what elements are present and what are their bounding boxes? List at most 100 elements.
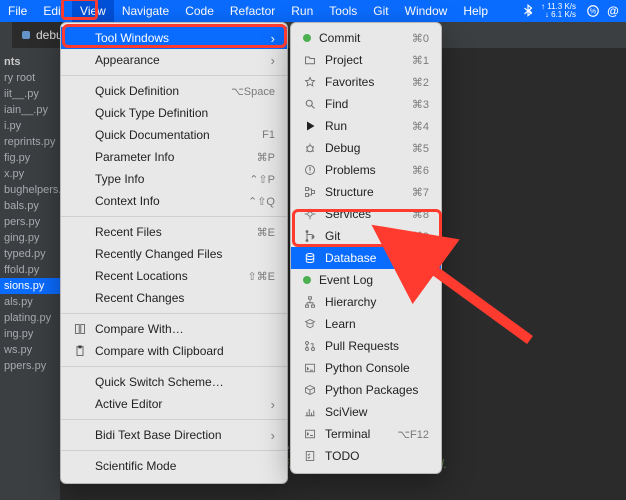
view-menu-item-recent-changes[interactable]: Recent Changes: [61, 287, 287, 309]
view-menu[interactable]: Tool WindowsAppearance Quick Definition⌥S…: [60, 22, 288, 484]
menu-item-label: Compare With…: [95, 322, 275, 336]
menu-item-shortcut: ⌘4: [412, 120, 429, 133]
tree-item[interactable]: plating.py: [0, 310, 60, 326]
tree-item[interactable]: bughelpers.py: [0, 182, 60, 198]
tree-item[interactable]: bals.py: [0, 198, 60, 214]
tree-item[interactable]: ing.py: [0, 326, 60, 342]
tree-item[interactable]: iit__.py: [0, 86, 60, 102]
menu-separator: [61, 216, 287, 217]
tool-windows-item-todo[interactable]: TODO: [291, 445, 441, 467]
menu-item-shortcut: ⌃⇧Q: [248, 195, 275, 208]
menubar-file[interactable]: File: [0, 0, 35, 22]
tree-item[interactable]: pers.py: [0, 214, 60, 230]
menu-item-label: Favorites: [325, 75, 394, 89]
view-menu-item-compare-with[interactable]: Compare With…: [61, 318, 287, 340]
tool-windows-item-git[interactable]: Git ⌘9: [291, 225, 441, 247]
view-menu-item-quick-type-definition[interactable]: Quick Type Definition: [61, 102, 287, 124]
menu-item-label: Pull Requests: [325, 339, 429, 353]
tree-item[interactable]: reprints.py: [0, 134, 60, 150]
tree-item[interactable]: ffold.py: [0, 262, 60, 278]
menubar-run[interactable]: Run: [283, 0, 321, 22]
menu-item-label: Problems: [325, 163, 394, 177]
view-menu-item-recent-files[interactable]: Recent Files⌘E: [61, 221, 287, 243]
menu-item-shortcut: ⌘9: [412, 230, 429, 243]
view-menu-item-compare-with-clipboard[interactable]: Compare with Clipboard: [61, 340, 287, 362]
tree-item[interactable]: iain__.py: [0, 102, 60, 118]
menu-item-label: SciView: [325, 405, 429, 419]
view-menu-item-parameter-info[interactable]: Parameter Info⌘P: [61, 146, 287, 168]
tool-windows-item-commit[interactable]: Commit⌘0: [291, 27, 441, 49]
tool-windows-item-services[interactable]: Services⌘8: [291, 203, 441, 225]
menu-item-label: Python Packages: [325, 383, 429, 397]
tool-windows-item-project[interactable]: Project⌘1: [291, 49, 441, 71]
dot-icon: [303, 276, 311, 284]
view-menu-item-appearance[interactable]: Appearance: [61, 49, 287, 71]
menu-separator: [61, 366, 287, 367]
view-menu-item-quick-documentation[interactable]: Quick DocumentationF1: [61, 124, 287, 146]
view-menu-item-recently-changed-files[interactable]: Recently Changed Files: [61, 243, 287, 265]
view-menu-item-quick-definition[interactable]: Quick Definition⌥Space: [61, 80, 287, 102]
view-menu-item-active-editor[interactable]: Active Editor: [61, 393, 287, 415]
menu-item-label: Compare with Clipboard: [95, 344, 275, 358]
menu-item-label: Debug: [325, 141, 394, 155]
view-menu-item-bidi-text-base-direction[interactable]: Bidi Text Base Direction: [61, 424, 287, 446]
tree-item[interactable]: ry root: [0, 70, 60, 86]
tool-windows-item-run[interactable]: Run⌘4: [291, 115, 441, 137]
project-tree[interactable]: ntsry rootiit__.pyiain__.pyi.pyreprints.…: [0, 48, 60, 500]
view-menu-item-scientific-mode[interactable]: Scientific Mode: [61, 455, 287, 477]
menu-item-shortcut: ⌘8: [412, 208, 429, 221]
view-menu-item-type-info[interactable]: Type Info⌃⇧P: [61, 168, 287, 190]
menubar-code[interactable]: Code: [177, 0, 222, 22]
tool-windows-item-debug[interactable]: Debug ⌘5: [291, 137, 441, 159]
todo-icon: [303, 450, 317, 462]
tool-windows-item-structure[interactable]: Structure⌘7: [291, 181, 441, 203]
menu-item-shortcut: ⌥F12: [397, 428, 429, 441]
tree-item[interactable]: sions.py: [0, 278, 60, 294]
menubar-navigate[interactable]: Navigate: [114, 0, 177, 22]
tool-windows-submenu[interactable]: Commit⌘0Project⌘1Favorites⌘2Find⌘3Run⌘4D…: [290, 22, 442, 474]
tree-item[interactable]: i.py: [0, 118, 60, 134]
tree-item[interactable]: fig.py: [0, 150, 60, 166]
menu-item-label: Git: [325, 229, 394, 243]
bluetooth-icon: [521, 4, 535, 18]
menubar-view[interactable]: View: [72, 0, 114, 22]
tool-windows-item-favorites[interactable]: Favorites⌘2: [291, 71, 441, 93]
tree-item[interactable]: ws.py: [0, 342, 60, 358]
sciview-icon: [303, 406, 317, 418]
tree-item[interactable]: ppers.py: [0, 358, 60, 374]
view-menu-item-context-info[interactable]: Context Info⌃⇧Q: [61, 190, 287, 212]
menubar-git[interactable]: Git: [365, 0, 396, 22]
menu-item-shortcut: ⌥Space: [231, 85, 275, 98]
tree-item[interactable]: als.py: [0, 294, 60, 310]
tool-windows-item-python-packages[interactable]: Python Packages: [291, 379, 441, 401]
tree-item[interactable]: nts: [0, 54, 60, 70]
menubar-tools[interactable]: Tools: [321, 0, 365, 22]
menubar-help[interactable]: Help: [455, 0, 496, 22]
tool-windows-item-pull-requests[interactable]: Pull Requests: [291, 335, 441, 357]
menubar-window[interactable]: Window: [397, 0, 456, 22]
tool-windows-item-event-log[interactable]: Event Log: [291, 269, 441, 291]
menu-item-shortcut: ⌘3: [412, 98, 429, 111]
tool-windows-item-database[interactable]: Database: [291, 247, 441, 269]
tree-item[interactable]: typed.py: [0, 246, 60, 262]
percent-icon: %: [586, 4, 600, 18]
menubar-edit[interactable]: Edit: [35, 0, 72, 22]
menu-item-label: Parameter Info: [95, 150, 239, 164]
menu-item-shortcut: ⌘5: [412, 142, 429, 155]
tool-windows-item-python-console[interactable]: Python Console: [291, 357, 441, 379]
view-menu-item-quick-switch-scheme[interactable]: Quick Switch Scheme…: [61, 371, 287, 393]
tool-windows-item-learn[interactable]: Learn: [291, 313, 441, 335]
menubar-refactor[interactable]: Refactor: [222, 0, 283, 22]
problems-icon: [303, 164, 317, 176]
tree-item[interactable]: x.py: [0, 166, 60, 182]
tool-windows-item-terminal[interactable]: Terminal⌥F12: [291, 423, 441, 445]
view-menu-item-tool-windows[interactable]: Tool Windows: [61, 27, 287, 49]
tool-windows-item-sciview[interactable]: SciView: [291, 401, 441, 423]
tool-windows-item-problems[interactable]: Problems⌘6: [291, 159, 441, 181]
tool-windows-item-find[interactable]: Find⌘3: [291, 93, 441, 115]
tool-windows-item-hierarchy[interactable]: Hierarchy: [291, 291, 441, 313]
services-icon: [303, 208, 317, 220]
tree-item[interactable]: ging.py: [0, 230, 60, 246]
view-menu-item-recent-locations[interactable]: Recent Locations⇧⌘E: [61, 265, 287, 287]
menu-separator: [61, 419, 287, 420]
